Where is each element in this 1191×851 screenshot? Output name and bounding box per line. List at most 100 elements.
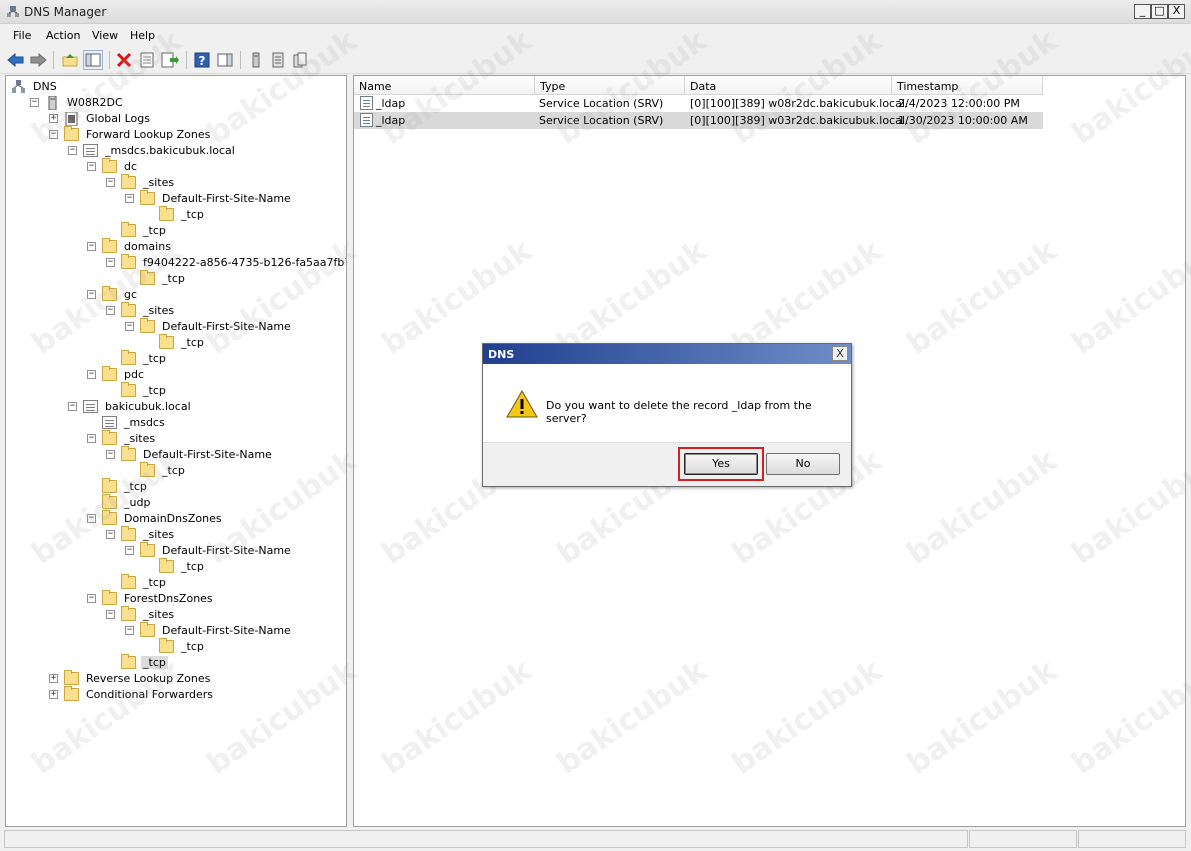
tree-item[interactable]: − Default-First-Site-Name: [106, 445, 274, 462]
collapse-icon[interactable]: −: [125, 545, 134, 555]
expand-icon[interactable]: +: [49, 689, 58, 699]
tree-item[interactable]: _tcp: [125, 461, 187, 478]
collapse-icon[interactable]: −: [87, 433, 96, 443]
collapse-icon[interactable]: −: [87, 593, 96, 603]
collapse-icon[interactable]: −: [49, 129, 58, 139]
folder-icon: [64, 125, 79, 141]
menu-view[interactable]: View: [88, 28, 122, 43]
show-hide-action-pane-icon[interactable]: [215, 50, 235, 70]
tree-item[interactable]: _tcp: [144, 333, 206, 350]
collapse-icon[interactable]: −: [106, 177, 115, 187]
tree-item[interactable]: + Reverse Lookup Zones: [49, 669, 212, 686]
tree-item[interactable]: − Default-First-Site-Name: [125, 317, 293, 334]
tree-item[interactable]: DNS: [11, 78, 59, 94]
table-row[interactable]: _ldap Service Location (SRV) [0][100][38…: [354, 112, 1043, 129]
menu-action[interactable]: Action: [42, 28, 84, 43]
tree-item[interactable]: _tcp: [106, 381, 168, 398]
tree-item[interactable]: − bakicubuk.local: [68, 398, 193, 414]
collapse-icon[interactable]: −: [106, 609, 115, 619]
minimize-button[interactable]: _: [1134, 4, 1151, 19]
folder-icon: [121, 349, 136, 365]
dialog-close-button[interactable]: X: [832, 346, 848, 361]
tree-item[interactable]: − Default-First-Site-Name: [125, 541, 293, 558]
menu-help[interactable]: Help: [126, 28, 159, 43]
server-icon[interactable]: [246, 50, 266, 70]
tree-item[interactable]: − ForestDnsZones: [87, 589, 215, 606]
tree-item[interactable]: − Default-First-Site-Name: [125, 189, 293, 206]
folder-icon: [121, 253, 136, 269]
tree-item[interactable]: − dc: [87, 157, 139, 174]
tree-item[interactable]: − _sites: [106, 525, 176, 542]
collapse-icon[interactable]: −: [68, 401, 77, 411]
console-tree[interactable]: DNS − W08R2DC + Global Logs − Forward Lookup Z…: [5, 75, 347, 827]
help-icon[interactable]: ?: [192, 50, 212, 70]
tree-item[interactable]: _tcp: [106, 653, 168, 670]
folder-icon: [102, 285, 117, 301]
tree-item[interactable]: _tcp: [87, 477, 149, 494]
no-button[interactable]: No: [766, 453, 840, 475]
tree-item[interactable]: − pdc: [87, 365, 146, 382]
up-folder-icon[interactable]: [60, 50, 80, 70]
expand-icon[interactable]: +: [49, 673, 58, 683]
tree-item[interactable]: _tcp: [106, 349, 168, 366]
tree-item[interactable]: − W08R2DC: [30, 94, 125, 110]
tree-item[interactable]: + Global Logs: [49, 110, 152, 126]
tree-item[interactable]: _msdcs: [87, 414, 167, 430]
folder-icon: [64, 669, 79, 685]
column-header-timestamp[interactable]: Timestamp: [892, 76, 1043, 95]
column-header-name[interactable]: Name: [354, 76, 535, 95]
tree-item[interactable]: − Forward Lookup Zones: [49, 125, 212, 142]
yes-button[interactable]: Yes: [684, 453, 758, 475]
tree-item[interactable]: + Conditional Forwarders: [49, 685, 215, 702]
tree-item[interactable]: − f9404222-a856-4735-b126-fa5aa7fb72f4: [106, 253, 347, 270]
maximize-button[interactable]: □: [1151, 4, 1168, 19]
collapse-icon[interactable]: −: [87, 241, 96, 251]
collapse-icon[interactable]: −: [106, 257, 115, 267]
tree-item[interactable]: _tcp: [144, 557, 206, 574]
collapse-icon[interactable]: −: [106, 529, 115, 539]
menu-file[interactable]: File: [9, 28, 35, 43]
collapse-icon[interactable]: −: [87, 513, 96, 523]
tree-item-label: f9404222-a856-4735-b126-fa5aa7fb72f4: [143, 255, 347, 269]
server-copy-icon[interactable]: [290, 50, 310, 70]
collapse-icon[interactable]: −: [125, 193, 134, 203]
expand-icon[interactable]: +: [49, 113, 58, 123]
tree-item[interactable]: − gc: [87, 285, 139, 302]
tree-item[interactable]: − _sites: [87, 429, 157, 446]
collapse-icon[interactable]: −: [125, 625, 134, 635]
tree-item[interactable]: _udp: [87, 493, 152, 510]
tree-item[interactable]: _tcp: [144, 637, 206, 654]
tree-item[interactable]: _tcp: [125, 269, 187, 286]
export-list-icon[interactable]: [160, 50, 180, 70]
column-header-type[interactable]: Type: [535, 76, 685, 95]
collapse-icon[interactable]: −: [30, 97, 39, 107]
collapse-icon[interactable]: −: [87, 161, 96, 171]
delete-icon[interactable]: [114, 50, 134, 70]
server-list-icon[interactable]: [268, 50, 288, 70]
collapse-icon[interactable]: −: [87, 289, 96, 299]
tree-item[interactable]: − DomainDnsZones: [87, 509, 224, 526]
collapse-icon[interactable]: −: [106, 449, 115, 459]
tree-item[interactable]: − Default-First-Site-Name: [125, 621, 293, 638]
table-row[interactable]: _ldap Service Location (SRV) [0][100][38…: [354, 95, 1043, 112]
collapse-icon[interactable]: −: [68, 145, 77, 155]
tree-item[interactable]: − domains: [87, 237, 173, 254]
collapse-icon[interactable]: −: [125, 321, 134, 331]
close-button[interactable]: X: [1168, 4, 1185, 19]
tree-item[interactable]: _tcp: [144, 205, 206, 222]
forward-icon[interactable]: [28, 50, 48, 70]
tree-item[interactable]: − _sites: [106, 301, 176, 318]
tree-item[interactable]: − _sites: [106, 173, 176, 190]
tree-item[interactable]: − _sites: [106, 605, 176, 622]
show-hide-tree-icon[interactable]: [83, 50, 103, 70]
properties-icon[interactable]: [137, 50, 157, 70]
tree-item-label: _tcp: [143, 575, 166, 589]
collapse-icon[interactable]: −: [87, 369, 96, 379]
collapse-icon[interactable]: −: [106, 305, 115, 315]
tree-item[interactable]: _tcp: [106, 221, 168, 238]
tree-item[interactable]: _tcp: [106, 573, 168, 590]
tree-item-label: _tcp: [143, 223, 166, 237]
column-header-data[interactable]: Data: [685, 76, 892, 95]
tree-item[interactable]: − _msdcs.bakicubuk.local: [68, 142, 237, 158]
back-icon[interactable]: [6, 50, 26, 70]
